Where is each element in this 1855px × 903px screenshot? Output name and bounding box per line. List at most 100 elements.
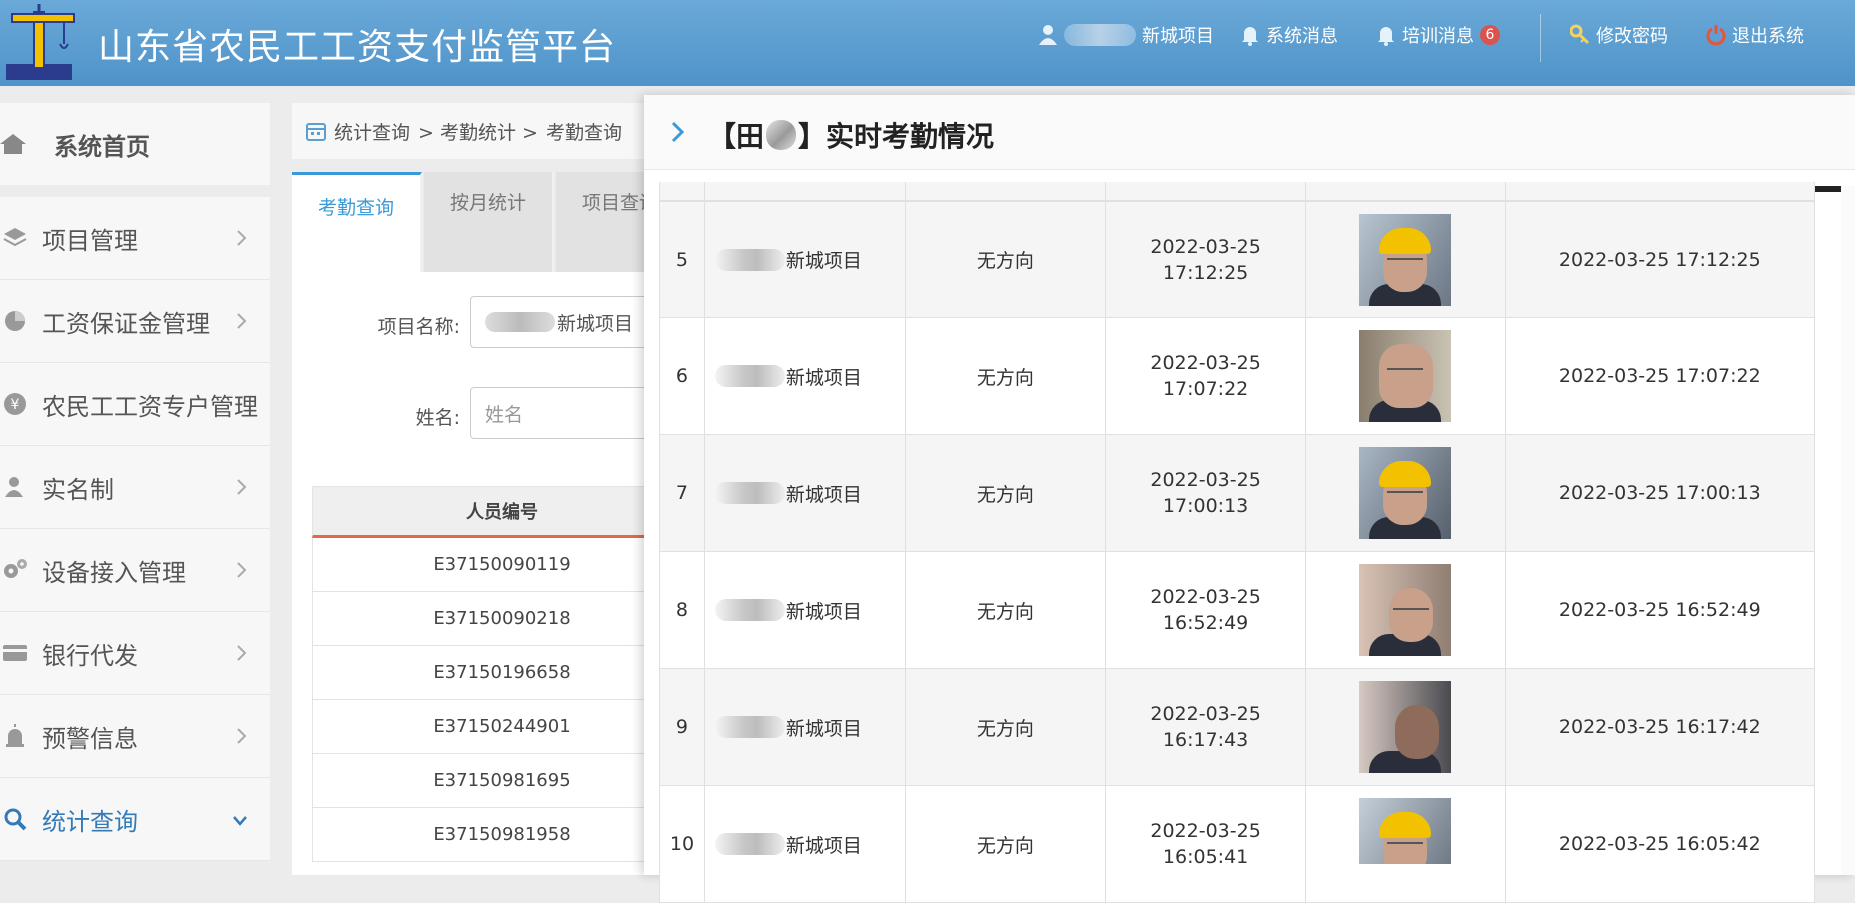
change-password-link[interactable]: 修改密码	[1570, 22, 1668, 48]
blurred-project-prefix	[714, 716, 785, 738]
row-project: 新城项目	[705, 202, 906, 317]
sidebar-item-label: 预警信息	[42, 724, 138, 753]
row-record-time: 2022-03-25 17:00:13	[1558, 482, 1761, 504]
column-header-personnel-id[interactable]: 人员编号	[312, 486, 692, 538]
sidebar-item-label: 统计查询	[42, 807, 138, 836]
project-name: 新城项目	[785, 483, 862, 506]
row-index: 10	[660, 786, 705, 902]
table-row[interactable]: E37150981695	[312, 754, 692, 808]
capture-date: 2022-03-25	[1150, 820, 1261, 842]
user-icon	[1039, 25, 1057, 45]
sidebar-item-real-name[interactable]: 实名制	[0, 446, 270, 529]
row-project: 新城项目	[705, 318, 906, 434]
table-row-clipped	[659, 182, 1815, 201]
logout-label: 退出系统	[1732, 26, 1804, 47]
table-row[interactable]: E37150196658	[312, 646, 692, 700]
table-row[interactable]: E37150090119	[312, 538, 692, 592]
sidebar-item-statistics[interactable]: 统计查询	[0, 778, 270, 861]
chevron-right-icon	[237, 562, 247, 578]
tab-attendance-query[interactable]: 考勤查询	[292, 172, 422, 272]
breadcrumb-item[interactable]: 统计查询	[334, 118, 410, 145]
breadcrumb-item[interactable]: > 考勤统计 >	[418, 118, 538, 145]
face-photo[interactable]	[1359, 447, 1452, 539]
chevron-down-icon	[233, 816, 247, 826]
sidebar-item-project[interactable]: 项目管理	[0, 197, 270, 280]
blurred-username	[1064, 24, 1136, 46]
project-name-value: 新城项目	[557, 312, 634, 335]
face-photo[interactable]	[1359, 213, 1452, 306]
row-capture-time: 2022-03-25 16:05:41	[1106, 786, 1306, 902]
row-capture-time: 2022-03-25 17:12:25	[1106, 202, 1306, 317]
chevron-right-icon	[237, 645, 247, 661]
table-row[interactable]: 5 新城项目 无方向 2022-03-25 17:12:25 2022-03-25…	[659, 201, 1815, 318]
bell-icon	[1378, 27, 1394, 46]
capture-time: 16:52:49	[1162, 612, 1249, 634]
system-message-label: 系统消息	[1266, 26, 1338, 47]
user-menu[interactable]: 新城项目	[1038, 22, 1214, 48]
sidebar: 系统首页 项目管理 工资保证金管理 ¥ 农民工工资专户管理 实名制 设备接入管理…	[0, 103, 270, 861]
sidebar-item-label: 实名制	[42, 475, 114, 504]
tab-monthly-stats[interactable]: 按月统计	[424, 172, 554, 272]
row-index: 6	[660, 318, 705, 434]
project-name: 新城项目	[785, 600, 862, 623]
table-row[interactable]: 6 新城项目 无方向 2022-03-25 17:07:22 2022-03-25…	[659, 318, 1815, 435]
layers-icon	[2, 225, 28, 251]
pie-icon	[2, 308, 28, 334]
row-record-time: 2022-03-25 17:07:22	[1558, 365, 1761, 387]
name-input[interactable]: 姓名	[470, 387, 670, 439]
row-index: 8	[660, 552, 705, 668]
sidebar-home[interactable]: 系统首页	[0, 103, 270, 185]
row-record-time: 2022-03-25 16:17:42	[1558, 716, 1761, 738]
sidebar-home-label: 系统首页	[54, 132, 150, 161]
chevron-right-icon[interactable]	[670, 119, 686, 145]
sidebar-item-bank-payment[interactable]: 银行代发	[0, 612, 270, 695]
change-password-label: 修改密码	[1596, 26, 1668, 47]
row-capture-time: 2022-03-25 16:17:43	[1106, 669, 1306, 785]
project-name-input[interactable]: 新城项目	[470, 296, 670, 348]
system-message-link[interactable]: 系统消息	[1240, 22, 1338, 48]
sidebar-item-device[interactable]: 设备接入管理	[0, 529, 270, 612]
capture-date: 2022-03-25	[1150, 235, 1261, 258]
face-photo[interactable]	[1359, 330, 1452, 422]
user-icon	[2, 474, 28, 500]
row-photo	[1306, 202, 1506, 317]
header-divider	[1540, 14, 1541, 62]
sidebar-item-label: 工资保证金管理	[42, 309, 210, 338]
chevron-right-icon	[237, 479, 247, 495]
row-capture-time: 2022-03-25 16:52:49	[1106, 552, 1306, 668]
table-row[interactable]: 9 新城项目 无方向 2022-03-25 16:17:43 2022-03-25…	[659, 669, 1815, 786]
table-row[interactable]: E37150981958	[312, 808, 692, 862]
table-row[interactable]: 8 新城项目 无方向 2022-03-25 16:52:49 2022-03-25…	[659, 552, 1815, 669]
sidebar-item-label: 农民工工资专户管理	[42, 392, 258, 421]
drawer-title-left: 【田	[708, 120, 765, 153]
face-photo[interactable]	[1359, 681, 1452, 773]
calendar-icon	[306, 123, 326, 141]
face-photo[interactable]	[1359, 564, 1452, 656]
table-row[interactable]: E37150244901	[312, 700, 692, 754]
sidebar-item-warning[interactable]: 预警信息	[0, 695, 270, 778]
sidebar-item-special-account[interactable]: ¥ 农民工工资专户管理	[0, 363, 270, 446]
table-row[interactable]: E37150090218	[312, 592, 692, 646]
training-message-label: 培训消息	[1402, 26, 1474, 47]
chevron-right-icon	[237, 230, 247, 246]
yen-icon: ¥	[2, 391, 28, 417]
drawer-scrollbar[interactable]	[1841, 186, 1855, 875]
table-row[interactable]: 7 新城项目 无方向 2022-03-25 17:00:13 2022-03-25…	[659, 435, 1815, 552]
blurred-project-prefix	[714, 599, 785, 621]
blurred-project-prefix	[485, 312, 555, 332]
training-message-link[interactable]: 培训消息 6	[1376, 22, 1500, 48]
row-capture-time: 2022-03-25 17:00:13	[1106, 435, 1306, 551]
name-label: 姓名:	[415, 407, 460, 429]
logout-link[interactable]: 退出系统	[1706, 22, 1804, 48]
table-row[interactable]: 10 新城项目 无方向 2022-03-25 16:05:41 2022-03-2…	[659, 786, 1815, 903]
row-project: 新城项目	[705, 669, 906, 785]
face-photo[interactable]	[1359, 798, 1452, 864]
row-photo	[1306, 552, 1506, 668]
capture-time: 17:07:22	[1162, 378, 1249, 400]
row-direction: 无方向	[906, 435, 1107, 551]
drawer-title: 【田 】实时考勤情况	[708, 115, 994, 155]
row-index: 7	[660, 435, 705, 551]
blurred-project-prefix	[714, 833, 785, 855]
sidebar-item-wage-deposit[interactable]: 工资保证金管理	[0, 280, 270, 363]
gears-icon	[2, 557, 28, 583]
